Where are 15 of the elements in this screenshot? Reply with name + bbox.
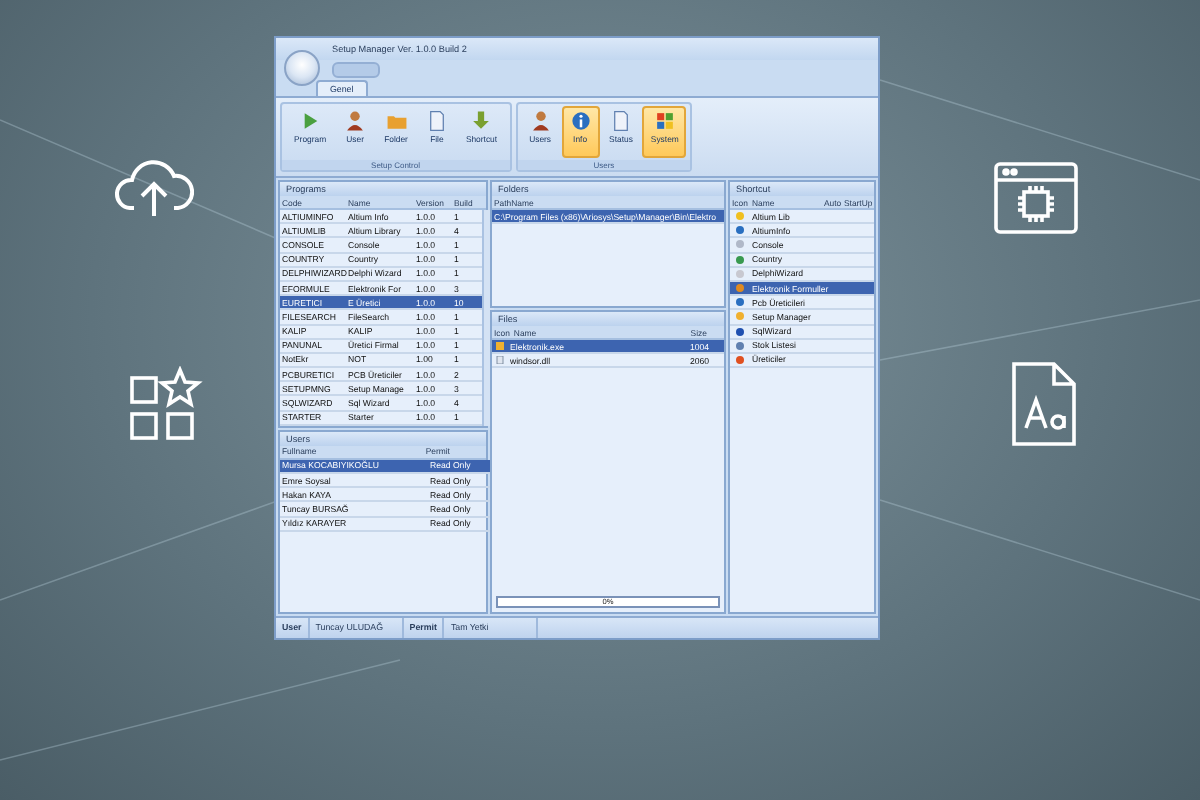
play-icon bbox=[299, 110, 322, 132]
quick-access-toolbar[interactable] bbox=[332, 61, 380, 77]
info-icon bbox=[569, 110, 592, 132]
person-icon bbox=[529, 110, 552, 132]
arrow-icon bbox=[470, 110, 493, 132]
folder-icon bbox=[496, 342, 504, 351]
browser-chip-icon bbox=[992, 160, 1080, 236]
application-menu-button[interactable] bbox=[284, 50, 320, 86]
windows-icon bbox=[653, 110, 676, 132]
apps-star-icon bbox=[128, 366, 208, 446]
document-font-icon bbox=[1010, 360, 1078, 448]
person-icon bbox=[344, 110, 367, 132]
file-icon bbox=[425, 110, 448, 132]
folder-icon bbox=[385, 110, 407, 132]
file-icon bbox=[609, 110, 632, 132]
